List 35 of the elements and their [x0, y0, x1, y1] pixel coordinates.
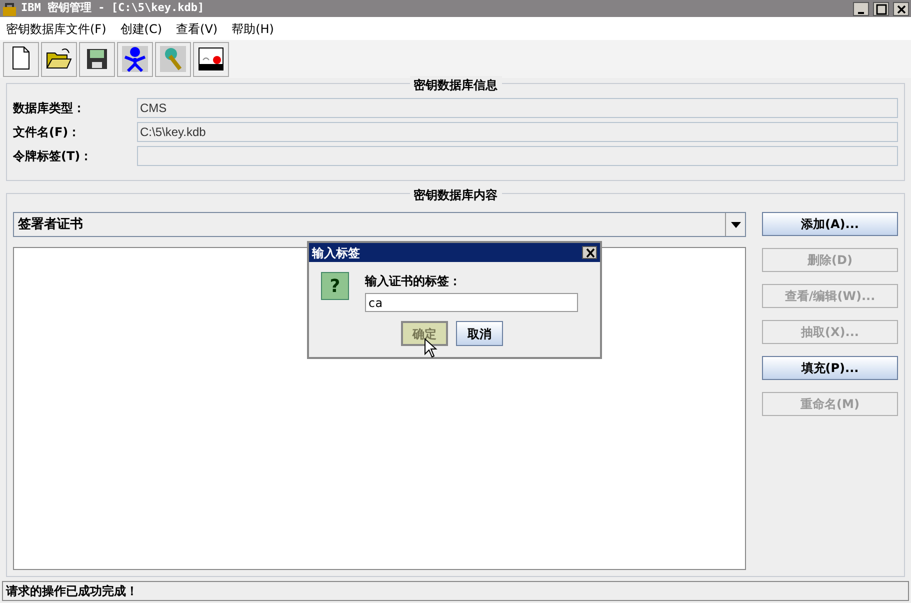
- label-input[interactable]: ca: [365, 293, 578, 312]
- close-icon[interactable]: [582, 246, 597, 259]
- question-icon: ?: [321, 272, 349, 300]
- close-icon[interactable]: [893, 2, 909, 16]
- key-icon: [158, 44, 188, 74]
- field-label: 令牌标签(T)：: [13, 148, 94, 165]
- menu-item[interactable]: 密钥数据库文件(F): [6, 20, 106, 38]
- person-icon: [120, 44, 150, 74]
- toolbar-button[interactable]: [117, 42, 153, 76]
- toolbar-button[interactable]: [41, 42, 77, 76]
- panel-title: 密钥数据库内容: [410, 186, 502, 204]
- menu-item[interactable]: 帮助(H): [232, 20, 274, 38]
- toolbar-button[interactable]: [3, 42, 39, 76]
- dialog-button[interactable]: 取消: [456, 321, 503, 346]
- field-label: 文件名(F)：: [13, 124, 82, 141]
- toolbar-button[interactable]: [79, 42, 115, 76]
- dialog-title: 输入标签: [312, 244, 361, 262]
- menu-item[interactable]: 查看(V): [176, 20, 218, 38]
- panel-title: 密钥数据库信息: [410, 76, 502, 94]
- window-title: IBM 密钥管理 - [C:\5\key.kdb]: [21, 0, 204, 16]
- lock-icon: [2, 1, 17, 16]
- action-button[interactable]: 填充(P)...: [762, 356, 898, 380]
- read-only-field[interactable]: [137, 146, 898, 166]
- field-label: 数据库类型：: [13, 100, 86, 117]
- maximize-icon[interactable]: [873, 2, 889, 16]
- read-only-field[interactable]: C:\5\key.kdb: [137, 122, 898, 142]
- prompt-text: 输入证书的标签：: [365, 273, 462, 290]
- category-dropdown[interactable]: 签署者证书: [13, 212, 746, 237]
- toolbar-button[interactable]: [193, 42, 229, 76]
- minimize-icon[interactable]: [853, 2, 869, 16]
- cursor-icon: [424, 338, 438, 358]
- action-button[interactable]: 添加(A)...: [762, 212, 898, 236]
- menu-item[interactable]: 创建(C): [120, 20, 162, 38]
- read-only-field[interactable]: CMS: [137, 98, 898, 118]
- status-bar: 请求的操作已成功完成！: [2, 581, 909, 601]
